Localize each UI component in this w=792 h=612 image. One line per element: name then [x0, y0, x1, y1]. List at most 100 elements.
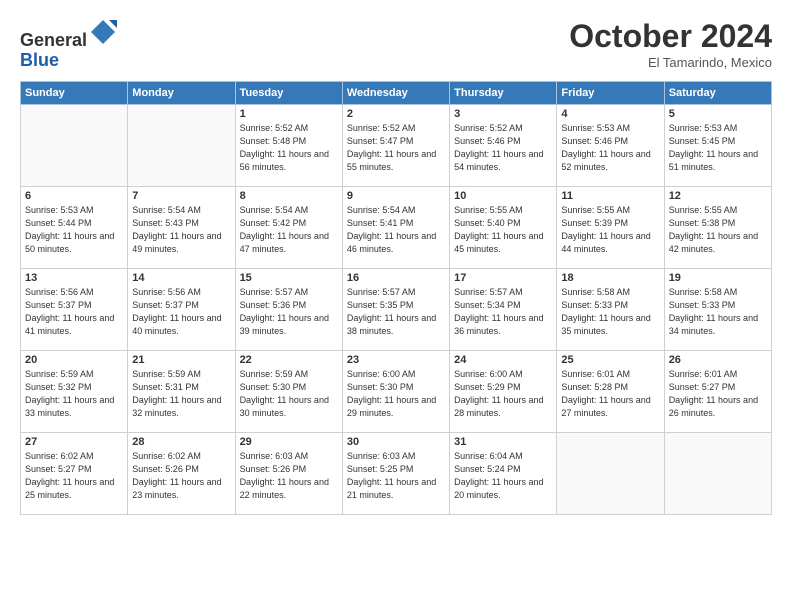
col-wednesday: Wednesday: [342, 81, 449, 104]
day-number: 9: [347, 190, 445, 202]
day-info: Sunrise: 5:58 AMSunset: 5:33 PMDaylight:…: [561, 286, 659, 338]
table-row: 8 Sunrise: 5:54 AMSunset: 5:42 PMDaylight…: [235, 186, 342, 268]
day-info: Sunrise: 5:52 AMSunset: 5:47 PMDaylight:…: [347, 122, 445, 174]
table-row: 2 Sunrise: 5:52 AMSunset: 5:47 PMDaylight…: [342, 104, 449, 186]
calendar-week-row: 20 Sunrise: 5:59 AMSunset: 5:32 PMDayligh…: [21, 350, 772, 432]
logo: General Blue: [20, 18, 117, 71]
logo-general: General: [20, 30, 87, 50]
day-number: 27: [25, 436, 123, 448]
day-number: 13: [25, 272, 123, 284]
day-info: Sunrise: 6:02 AMSunset: 5:27 PMDaylight:…: [25, 450, 123, 502]
month-title: October 2024: [569, 18, 772, 55]
table-row: 13Sunrise: 5:56 AMSunset: 5:37 PMDayligh…: [21, 268, 128, 350]
day-info: Sunrise: 6:00 AMSunset: 5:29 PMDaylight:…: [454, 368, 552, 420]
day-info: Sunrise: 5:55 AMSunset: 5:40 PMDaylight:…: [454, 204, 552, 256]
day-info: Sunrise: 5:53 AMSunset: 5:46 PMDaylight:…: [561, 122, 659, 174]
table-row: [664, 432, 771, 514]
day-number: 19: [669, 272, 767, 284]
day-info: Sunrise: 5:55 AMSunset: 5:38 PMDaylight:…: [669, 204, 767, 256]
day-number: 6: [25, 190, 123, 202]
table-row: 20 Sunrise: 5:59 AMSunset: 5:32 PMDayligh…: [21, 350, 128, 432]
day-number: 22: [240, 354, 338, 366]
day-info: Sunrise: 5:52 AMSunset: 5:46 PMDaylight:…: [454, 122, 552, 174]
day-number: 18: [561, 272, 659, 284]
table-row: 11Sunrise: 5:55 AMSunset: 5:39 PMDayligh…: [557, 186, 664, 268]
table-row: [557, 432, 664, 514]
day-info: Sunrise: 6:01 AMSunset: 5:27 PMDaylight:…: [669, 368, 767, 420]
day-number: 3: [454, 108, 552, 120]
table-row: 16Sunrise: 5:57 AMSunset: 5:35 PMDayligh…: [342, 268, 449, 350]
table-row: 15Sunrise: 5:57 AMSunset: 5:36 PMDayligh…: [235, 268, 342, 350]
day-number: 5: [669, 108, 767, 120]
day-number: 26: [669, 354, 767, 366]
table-row: 14Sunrise: 5:56 AMSunset: 5:37 PMDayligh…: [128, 268, 235, 350]
col-sunday: Sunday: [21, 81, 128, 104]
table-row: 9 Sunrise: 5:54 AMSunset: 5:41 PMDaylight…: [342, 186, 449, 268]
day-number: 4: [561, 108, 659, 120]
day-number: 7: [132, 190, 230, 202]
table-row: 22 Sunrise: 5:59 AMSunset: 5:30 PMDayligh…: [235, 350, 342, 432]
day-info: Sunrise: 5:53 AMSunset: 5:44 PMDaylight:…: [25, 204, 123, 256]
table-row: 25 Sunrise: 6:01 AMSunset: 5:28 PMDayligh…: [557, 350, 664, 432]
table-row: 7 Sunrise: 5:54 AMSunset: 5:43 PMDaylight…: [128, 186, 235, 268]
table-row: 4 Sunrise: 5:53 AMSunset: 5:46 PMDaylight…: [557, 104, 664, 186]
table-row: 19 Sunrise: 5:58 AMSunset: 5:33 PMDayligh…: [664, 268, 771, 350]
day-number: 25: [561, 354, 659, 366]
day-number: 12: [669, 190, 767, 202]
day-info: Sunrise: 6:01 AMSunset: 5:28 PMDaylight:…: [561, 368, 659, 420]
table-row: 18 Sunrise: 5:58 AMSunset: 5:33 PMDayligh…: [557, 268, 664, 350]
day-number: 20: [25, 354, 123, 366]
table-row: 21 Sunrise: 5:59 AMSunset: 5:31 PMDayligh…: [128, 350, 235, 432]
day-number: 21: [132, 354, 230, 366]
day-info: Sunrise: 6:03 AMSunset: 5:26 PMDaylight:…: [240, 450, 338, 502]
day-number: 24: [454, 354, 552, 366]
table-row: 12 Sunrise: 5:55 AMSunset: 5:38 PMDayligh…: [664, 186, 771, 268]
calendar-week-row: 27 Sunrise: 6:02 AMSunset: 5:27 PMDayligh…: [21, 432, 772, 514]
day-info: Sunrise: 5:52 AMSunset: 5:48 PMDaylight:…: [240, 122, 338, 174]
day-info: Sunrise: 5:57 AMSunset: 5:34 PMDaylight:…: [454, 286, 552, 338]
day-number: 29: [240, 436, 338, 448]
table-row: 24 Sunrise: 6:00 AMSunset: 5:29 PMDayligh…: [450, 350, 557, 432]
calendar-week-row: 6 Sunrise: 5:53 AMSunset: 5:44 PMDaylight…: [21, 186, 772, 268]
day-number: 8: [240, 190, 338, 202]
day-number: 10: [454, 190, 552, 202]
table-row: 3 Sunrise: 5:52 AMSunset: 5:46 PMDaylight…: [450, 104, 557, 186]
day-info: Sunrise: 5:54 AMSunset: 5:43 PMDaylight:…: [132, 204, 230, 256]
day-info: Sunrise: 5:54 AMSunset: 5:41 PMDaylight:…: [347, 204, 445, 256]
table-row: 28Sunrise: 6:02 AMSunset: 5:26 PMDayligh…: [128, 432, 235, 514]
day-info: Sunrise: 5:59 AMSunset: 5:32 PMDaylight:…: [25, 368, 123, 420]
location: El Tamarindo, Mexico: [569, 55, 772, 70]
table-row: [128, 104, 235, 186]
logo-blue: Blue: [20, 50, 59, 70]
day-info: Sunrise: 5:59 AMSunset: 5:31 PMDaylight:…: [132, 368, 230, 420]
table-row: 31Sunrise: 6:04 AMSunset: 5:24 PMDayligh…: [450, 432, 557, 514]
table-row: 17 Sunrise: 5:57 AMSunset: 5:34 PMDayligh…: [450, 268, 557, 350]
table-row: 27 Sunrise: 6:02 AMSunset: 5:27 PMDayligh…: [21, 432, 128, 514]
day-info: Sunrise: 5:55 AMSunset: 5:39 PMDaylight:…: [561, 204, 659, 256]
page-header: General Blue October 2024 El Tamarindo, …: [20, 18, 772, 71]
day-number: 31: [454, 436, 552, 448]
table-row: 30 Sunrise: 6:03 AMSunset: 5:25 PMDayligh…: [342, 432, 449, 514]
calendar: Sunday Monday Tuesday Wednesday Thursday…: [20, 81, 772, 515]
title-block: October 2024 El Tamarindo, Mexico: [569, 18, 772, 70]
col-monday: Monday: [128, 81, 235, 104]
day-info: Sunrise: 5:54 AMSunset: 5:42 PMDaylight:…: [240, 204, 338, 256]
table-row: 23Sunrise: 6:00 AMSunset: 5:30 PMDayligh…: [342, 350, 449, 432]
day-number: 14: [132, 272, 230, 284]
day-info: Sunrise: 5:59 AMSunset: 5:30 PMDaylight:…: [240, 368, 338, 420]
day-number: 30: [347, 436, 445, 448]
day-number: 2: [347, 108, 445, 120]
col-tuesday: Tuesday: [235, 81, 342, 104]
day-info: Sunrise: 6:03 AMSunset: 5:25 PMDaylight:…: [347, 450, 445, 502]
col-saturday: Saturday: [664, 81, 771, 104]
day-number: 23: [347, 354, 445, 366]
logo-icon: [89, 18, 117, 46]
table-row: 29 Sunrise: 6:03 AMSunset: 5:26 PMDayligh…: [235, 432, 342, 514]
col-friday: Friday: [557, 81, 664, 104]
table-row: 26 Sunrise: 6:01 AMSunset: 5:27 PMDayligh…: [664, 350, 771, 432]
table-row: 6 Sunrise: 5:53 AMSunset: 5:44 PMDaylight…: [21, 186, 128, 268]
day-info: Sunrise: 5:58 AMSunset: 5:33 PMDaylight:…: [669, 286, 767, 338]
day-info: Sunrise: 5:53 AMSunset: 5:45 PMDaylight:…: [669, 122, 767, 174]
day-number: 1: [240, 108, 338, 120]
day-number: 17: [454, 272, 552, 284]
